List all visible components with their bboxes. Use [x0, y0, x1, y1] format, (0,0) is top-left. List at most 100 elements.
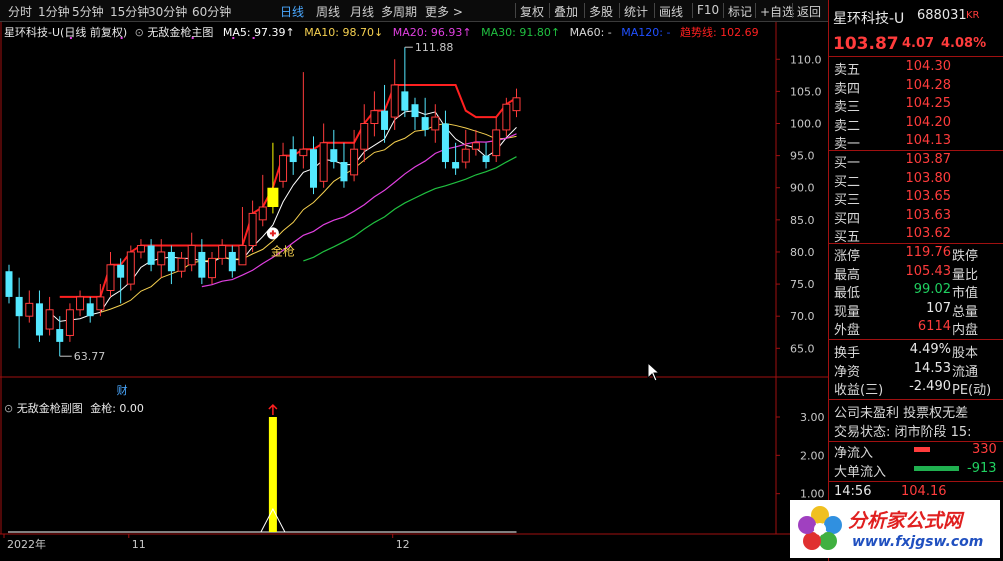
quote-label: 卖四	[834, 81, 861, 97]
candle-body[interactable]	[370, 110, 379, 125]
y-tick-label: 80.0	[790, 246, 815, 259]
toolbar-action-button[interactable]: 统计	[624, 3, 648, 20]
candle-body[interactable]	[512, 97, 521, 112]
quote-label: 买三	[834, 193, 861, 208]
sub-value: 金枪: 0.00	[90, 402, 144, 415]
period-tab[interactable]: 5分钟	[72, 3, 104, 20]
period-tab[interactable]: 60分钟	[192, 3, 231, 20]
candle-body[interactable]	[267, 187, 279, 207]
candle-body[interactable]	[208, 257, 216, 279]
candle-body[interactable]	[86, 303, 94, 317]
candle-body[interactable]	[279, 155, 288, 182]
candle-body[interactable]	[76, 296, 85, 311]
sub-settings-icon[interactable]: ⊙	[4, 402, 13, 415]
candle-body[interactable]	[65, 309, 74, 336]
quote-name: 星环科技-U	[833, 11, 905, 27]
toolbar-action-button[interactable]: 返回	[797, 3, 821, 20]
candle-body[interactable]	[310, 149, 317, 188]
signal-arrow-icon	[268, 403, 278, 415]
candle-body[interactable]	[167, 251, 175, 272]
candle-body[interactable]	[431, 116, 440, 131]
period-tab[interactable]: 多周期	[381, 3, 417, 20]
period-tab[interactable]: 30分钟	[148, 3, 187, 20]
quote-label: 市值	[952, 286, 979, 301]
candle-body[interactable]	[126, 251, 135, 285]
candle-body[interactable]	[228, 251, 236, 272]
y-tick-label: 100.0	[790, 118, 822, 131]
toolbar-action-button[interactable]: 画线	[659, 3, 683, 20]
finance-marker[interactable]: 财	[117, 383, 128, 397]
candle-body[interactable]	[136, 245, 145, 253]
candle-body[interactable]	[289, 149, 297, 163]
quote-value: 104.20	[905, 114, 952, 130]
ask-row: 卖三 104.25	[829, 96, 1003, 115]
flow-label: 净流入	[834, 446, 874, 461]
candle-body[interactable]	[45, 309, 54, 330]
period-tab[interactable]: 月线	[350, 3, 374, 20]
legend-indicator[interactable]: 无敌金枪主图	[147, 26, 213, 39]
candle-body[interactable]	[258, 206, 267, 221]
candle-body[interactable]	[177, 257, 186, 272]
candle-body[interactable]	[330, 149, 338, 163]
divider	[829, 150, 1003, 151]
candle-body[interactable]	[96, 296, 105, 311]
candle-body[interactable]	[198, 251, 206, 278]
period-tab[interactable]: 1分钟	[38, 3, 70, 20]
toolbar-action-button[interactable]: 复权	[520, 3, 544, 20]
toolbar-action-button[interactable]: 标记	[728, 3, 752, 20]
divider	[829, 243, 1003, 244]
candle-body[interactable]	[390, 84, 399, 118]
period-tab[interactable]: 15分钟	[110, 3, 149, 20]
candle-body[interactable]	[35, 303, 43, 336]
note-row-2: 交易状态: 闭市阶段 15:	[829, 421, 1003, 440]
sub-indicator[interactable]: 无敌金枪副图	[17, 402, 83, 415]
candle-body[interactable]	[25, 302, 34, 317]
candle-body[interactable]	[56, 329, 64, 342]
flow-label: 大单流入	[834, 465, 887, 480]
candle-body[interactable]	[471, 142, 480, 150]
quote-label: 量比	[952, 267, 979, 283]
candle-body[interactable]	[441, 123, 449, 163]
toolbar-action-button[interactable]: +自选	[760, 3, 794, 20]
candle-body[interactable]	[421, 117, 429, 130]
candle-body[interactable]	[482, 155, 490, 163]
candle-body[interactable]	[147, 245, 155, 265]
candle-body[interactable]	[350, 148, 359, 176]
toolbar-action-button[interactable]: 叠加	[554, 3, 578, 20]
candle-body[interactable]	[218, 245, 227, 259]
candle-body[interactable]	[248, 212, 257, 247]
candle-body[interactable]	[319, 142, 328, 182]
candle-body[interactable]	[411, 104, 419, 118]
legend-adjust: (日线 前复权)	[60, 26, 128, 39]
candle-body[interactable]	[452, 162, 460, 169]
period-tab[interactable]: 日线	[280, 3, 304, 20]
candle-body[interactable]	[238, 245, 247, 266]
kline-chart[interactable]: 110.0 105.0 100.0 95.0 90.0 85.0 80.0 75.0 70.0 6…	[0, 22, 828, 557]
quote-value: 103.63	[905, 207, 952, 223]
candle-body[interactable]	[360, 123, 369, 150]
legend-ma5: MA5: 97.39↑	[222, 26, 295, 39]
sub-legend: ⊙ 无敌金枪副图 金枪: 0.00	[4, 400, 144, 416]
candle-body[interactable]	[157, 251, 166, 266]
candle-body[interactable]	[117, 264, 125, 278]
candle-body[interactable]	[299, 148, 308, 157]
candle-body[interactable]	[381, 110, 389, 130]
toolbar-action-button[interactable]: 多股	[589, 3, 613, 20]
period-tab[interactable]: 更多 >	[425, 3, 463, 20]
flow-value: 330	[972, 442, 997, 457]
toolbar-action-button[interactable]: F10	[697, 3, 719, 17]
quote-value: 103.62	[905, 226, 952, 241]
candle-body[interactable]	[401, 91, 409, 111]
settings-icon[interactable]: ⊙	[135, 26, 144, 39]
candle-body[interactable]	[492, 129, 501, 157]
candle-body[interactable]	[502, 103, 511, 131]
candle-body[interactable]	[15, 296, 23, 317]
quote-value: 105.43	[905, 263, 952, 279]
candle-body[interactable]	[5, 271, 13, 297]
candle-body[interactable]	[340, 162, 348, 182]
candle-body[interactable]	[461, 148, 470, 163]
period-tab[interactable]: 分时	[8, 3, 32, 20]
candle-body[interactable]	[187, 245, 196, 266]
candle-body[interactable]	[106, 264, 115, 292]
period-tab[interactable]: 周线	[316, 3, 340, 20]
